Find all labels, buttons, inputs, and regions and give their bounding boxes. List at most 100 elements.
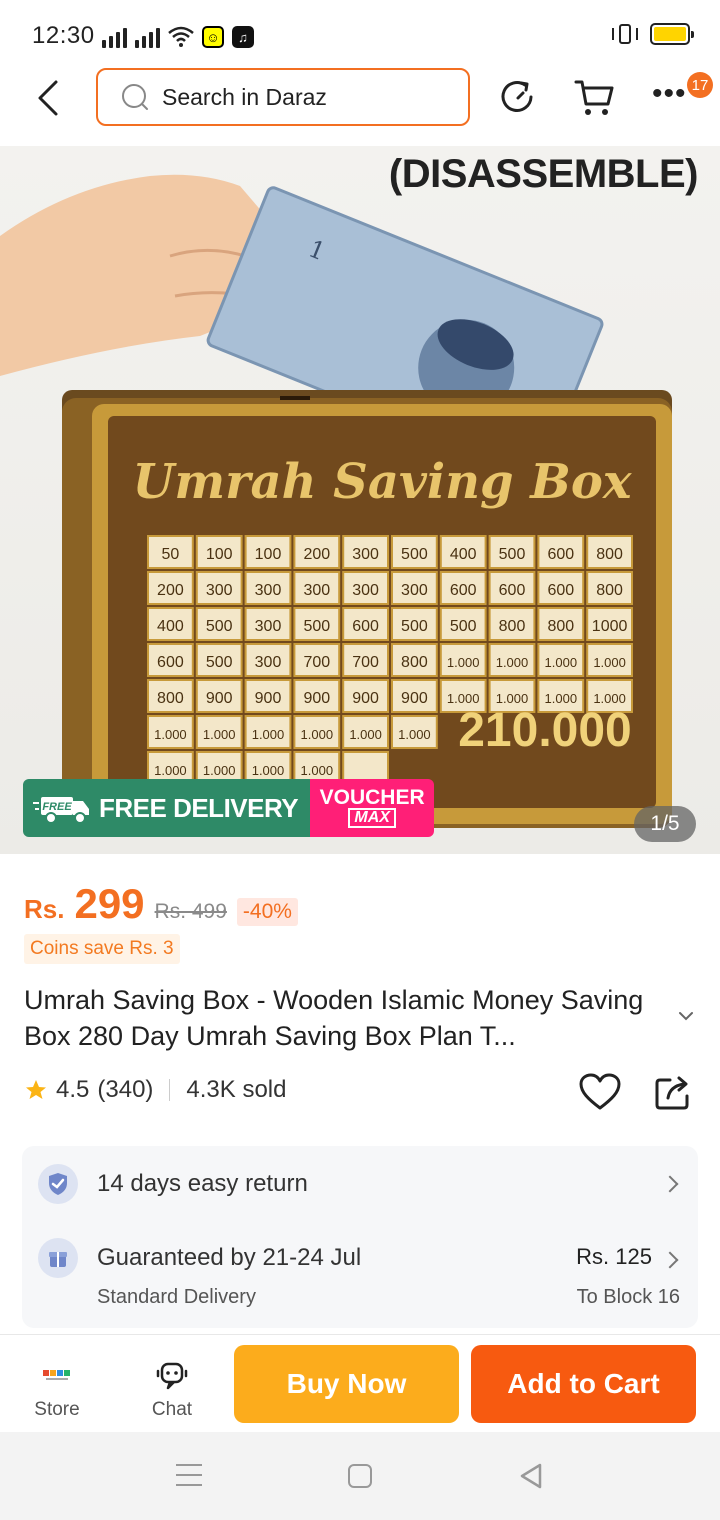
chevron-right-icon <box>661 1251 679 1269</box>
box-grid-value: 1.000 <box>252 763 285 778</box>
current-price: 299 <box>74 880 145 927</box>
back-arrow-icon[interactable] <box>30 76 70 120</box>
box-grid-value: 800 <box>157 690 184 707</box>
signal-icon <box>135 26 160 48</box>
box-grid-value: 300 <box>255 618 282 635</box>
buy-now-button[interactable]: Buy Now <box>234 1345 459 1423</box>
star-icon <box>26 1080 46 1099</box>
box-grid-value: 500 <box>303 618 330 635</box>
box-total: 210.000 <box>458 704 632 757</box>
box-grid-value: 1.000 <box>398 727 431 742</box>
box-grid-value: 1.000 <box>496 655 529 670</box>
box-grid-value: 600 <box>547 546 574 563</box>
chevron-down-icon[interactable] <box>676 1006 696 1026</box>
return-policy-row[interactable]: 14 days easy return <box>22 1146 698 1222</box>
image-overlay-text: (DISASSEMBLE) <box>388 152 699 196</box>
store-button[interactable]: Store <box>17 1357 97 1421</box>
more-icon[interactable]: ••• <box>652 79 692 114</box>
box-grid-value: 100 <box>255 546 282 563</box>
box-grid-value: 300 <box>255 582 282 599</box>
add-to-cart-button[interactable]: Add to Cart <box>471 1345 696 1423</box>
image-counter: 1/5 <box>634 806 696 842</box>
box-grid-value: 300 <box>401 582 428 599</box>
box-grid-value: 300 <box>206 582 233 599</box>
search-input[interactable]: Search in Daraz <box>96 68 470 126</box>
divider <box>169 1079 171 1101</box>
box-grid-value: 1.000 <box>545 655 578 670</box>
home-icon[interactable] <box>348 1464 372 1488</box>
chat-icon <box>152 1357 192 1393</box>
delivery-price: Rs. 125 <box>576 1244 652 1269</box>
heart-icon[interactable] <box>578 1072 622 1112</box>
share-icon[interactable] <box>654 1072 692 1112</box>
cart-count-badge: 17 <box>687 72 713 98</box>
store-icon <box>37 1357 77 1393</box>
chat-button[interactable]: Chat <box>132 1357 212 1421</box>
box-grid-value: 1.000 <box>154 763 187 778</box>
delivery-card: 14 days easy return Guaranteed by 21-24 … <box>22 1146 698 1328</box>
status-time: 12:30 <box>32 22 95 49</box>
box-grid-value: 600 <box>499 582 526 599</box>
recent-apps-icon[interactable] <box>176 1464 202 1486</box>
box-grid-value: 1.000 <box>203 763 236 778</box>
product-image-carousel[interactable]: 1 1000 Umrah Saving Box 5010010020030050… <box>0 146 720 854</box>
price-currency: Rs. <box>24 894 65 924</box>
status-bar: 12:30 ☺ ♫ <box>0 0 720 70</box>
shield-check-icon <box>38 1164 78 1204</box>
box-grid-value: 50 <box>162 546 180 563</box>
voucher-max-badge: VOUCHER MAX <box>310 779 435 837</box>
box-grid-value: 300 <box>303 582 330 599</box>
status-icons-right <box>610 22 694 46</box>
delivery-location: To Block 16 <box>576 1286 680 1308</box>
battery-icon <box>650 23 694 45</box>
box-grid-value: 900 <box>352 690 379 707</box>
gift-box-icon <box>38 1238 78 1278</box>
chat-label: Chat <box>151 1399 193 1420</box>
system-nav-bar <box>0 1432 720 1520</box>
discount-badge: -40% <box>236 898 298 926</box>
back-triangle-icon[interactable] <box>518 1462 544 1490</box>
rating-row[interactable]: 4.5 (340) 4.3K sold <box>24 1076 286 1104</box>
delivery-option-row[interactable]: Guaranteed by 21-24 Jul Standard Deliver… <box>22 1222 698 1328</box>
guarantee-text: Guaranteed by 21-24 Jul <box>97 1244 362 1271</box>
product-title[interactable]: Umrah Saving Box - Wooden Islamic Money … <box>24 982 674 1054</box>
delivery-type: Standard Delivery <box>97 1286 256 1308</box>
free-label: FREE <box>42 801 72 813</box>
box-grid-value: 800 <box>547 618 574 635</box>
box-grid-value: 700 <box>352 654 379 671</box>
tiktok-icon: ♫ <box>232 26 254 48</box>
box-grid-value: 500 <box>499 546 526 563</box>
box-title: Umrah Saving Box <box>133 454 633 510</box>
original-price: Rs. 499 <box>154 900 227 923</box>
box-grid-value: 1.000 <box>447 655 480 670</box>
box-grid-value: 1.000 <box>593 655 626 670</box>
delivery-truck-icon: FREE <box>33 797 89 824</box>
box-grid-value: 1.000 <box>154 727 187 742</box>
store-label: Store <box>34 1399 80 1420</box>
status-icons-left: ☺ ♫ <box>102 22 254 48</box>
snapchat-icon: ☺ <box>202 26 224 48</box>
rating-value: 4.5 <box>56 1076 90 1103</box>
box-grid-value: 900 <box>303 690 330 707</box>
box-grid-value: 600 <box>450 582 477 599</box>
box-grid-value: 200 <box>157 582 184 599</box>
box-grid-value: 300 <box>352 546 379 563</box>
box-grid-value: 1000 <box>592 618 628 635</box>
wifi-icon <box>168 26 194 47</box>
box-grid-value: 900 <box>255 690 282 707</box>
coins-save-label: Coins save Rs. 3 <box>24 934 180 964</box>
box-grid-value: 1.000 <box>203 727 236 742</box>
box-grid-value: 1.000 <box>252 727 285 742</box>
box-grid-value: 1.000 <box>349 727 382 742</box>
box-grid-value: 500 <box>401 546 428 563</box>
box-grid-value: 500 <box>450 618 477 635</box>
history-icon[interactable] <box>497 76 539 118</box>
box-grid-value: 400 <box>450 546 477 563</box>
max-label: MAX <box>348 808 396 828</box>
box-grid-value: 900 <box>401 690 428 707</box>
cart-icon[interactable] <box>574 76 616 118</box>
box-grid-value: 500 <box>206 654 233 671</box>
box-grid-value: 1.000 <box>301 763 334 778</box>
box-grid-value: 800 <box>499 618 526 635</box>
box-grid-value: 400 <box>157 618 184 635</box>
